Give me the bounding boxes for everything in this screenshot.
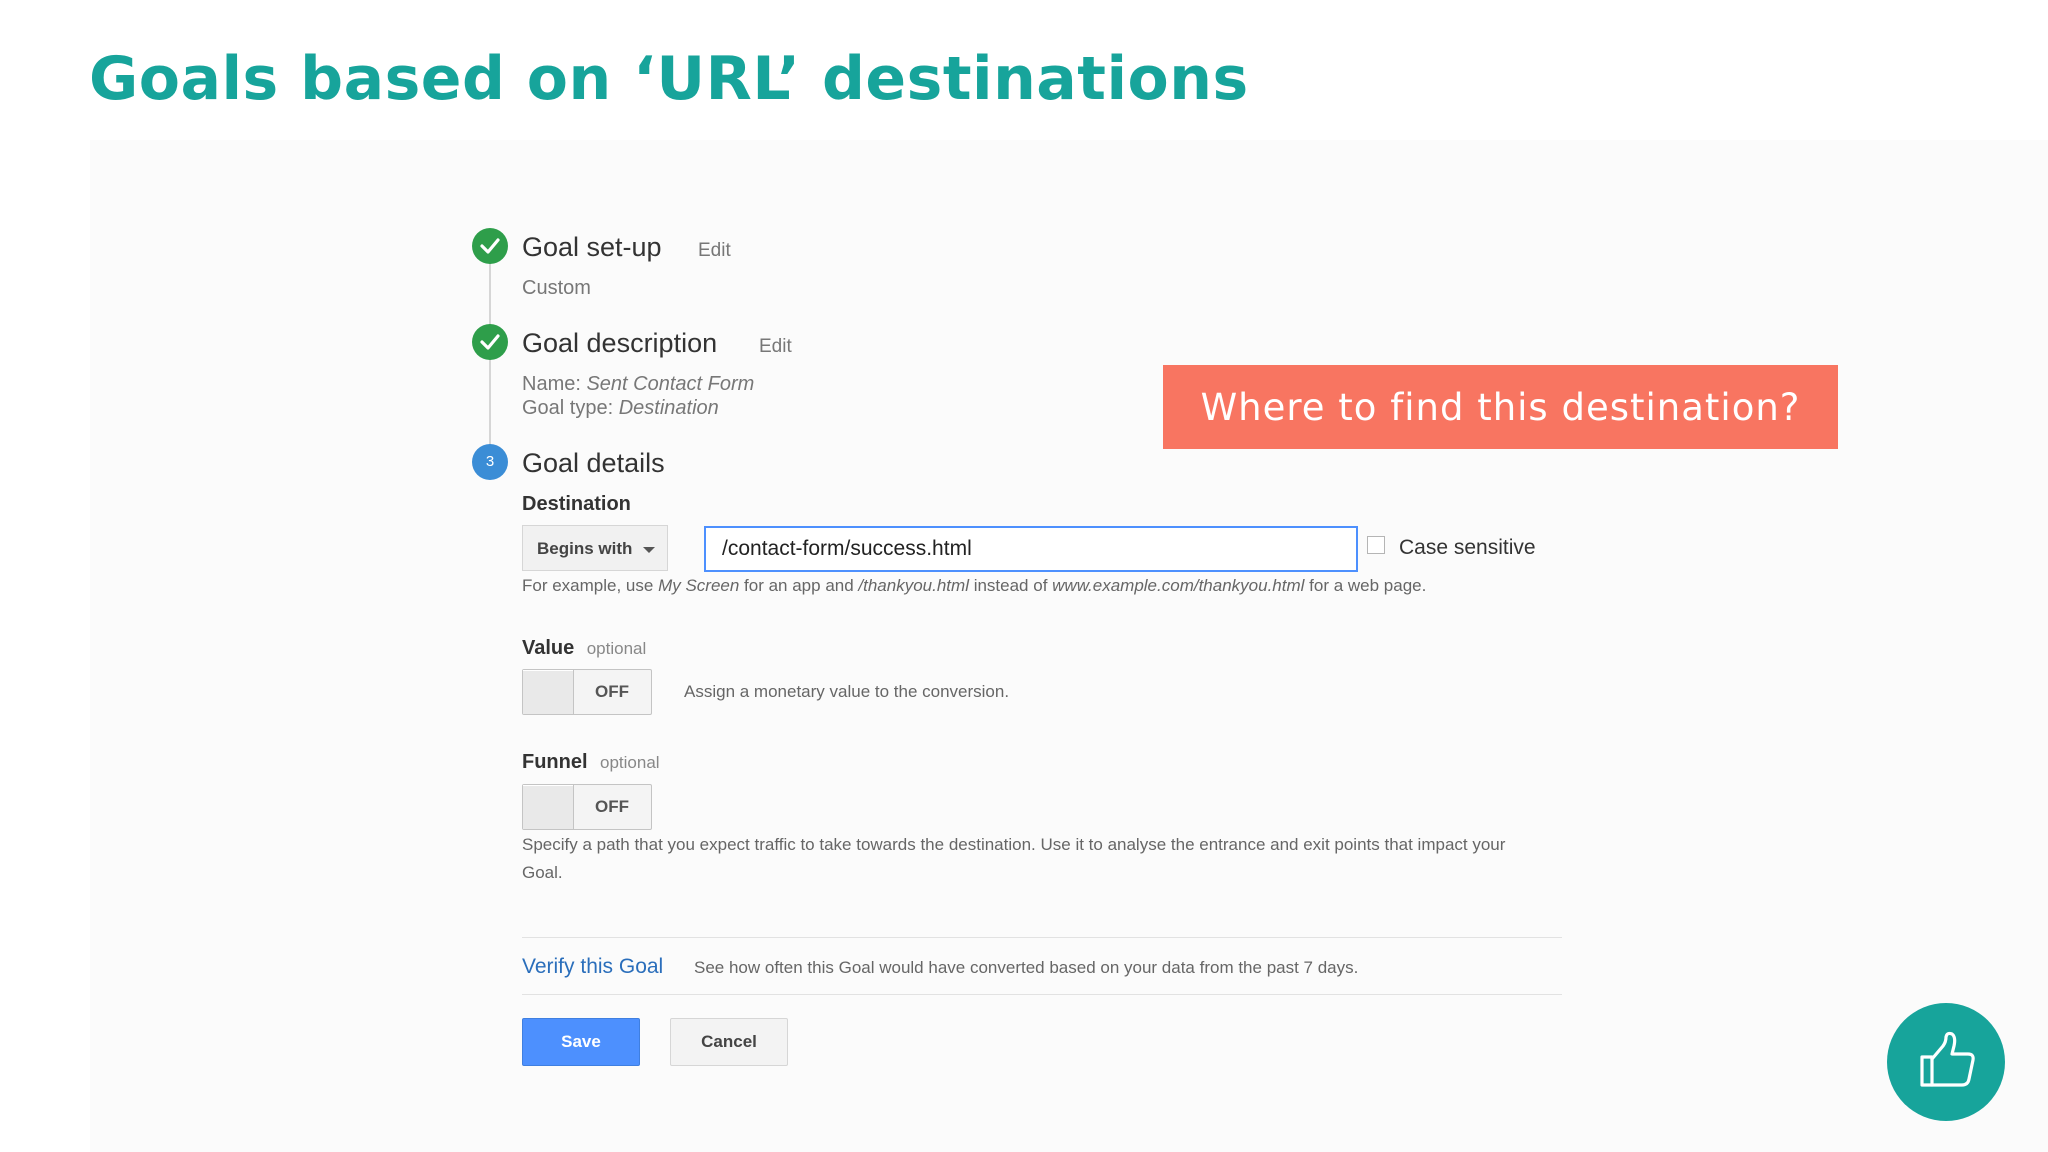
- match-type-dropdown[interactable]: Begins with: [522, 525, 668, 571]
- callout-text: Where to find this destination?: [1200, 386, 1801, 429]
- toggle-knob: [523, 670, 574, 714]
- hint-example: My Screen: [658, 576, 740, 595]
- value-optional-tag: optional: [586, 639, 647, 658]
- value-toggle-state: OFF: [595, 682, 629, 701]
- hint-text: for an app and: [739, 576, 859, 595]
- verify-description: See how often this Goal would have conve…: [694, 958, 1359, 977]
- step-title-goal-details: Goal details: [522, 448, 665, 478]
- thumbs-up-icon: [1920, 1031, 1975, 1087]
- funnel-toggle[interactable]: OFF: [522, 784, 652, 830]
- goal-name-line: Name: Sent Contact Form: [522, 373, 754, 396]
- caret-down-icon: [643, 547, 655, 553]
- divider: [522, 994, 1562, 995]
- value-description: Assign a monetary value to the conversio…: [684, 682, 1010, 701]
- hint-example: /thankyou.html: [858, 576, 969, 595]
- goal-name-value: Sent Contact Form: [586, 373, 755, 395]
- thumbs-up-button[interactable]: [1887, 1003, 2005, 1121]
- case-sensitive-label: Case sensitive: [1399, 536, 1536, 559]
- save-button[interactable]: Save: [522, 1018, 640, 1066]
- goal-type-value: Destination: [618, 397, 719, 419]
- check-icon: [472, 228, 508, 264]
- goal-name-label: Name:: [522, 373, 581, 395]
- destination-input[interactable]: [704, 526, 1358, 572]
- match-type-value: Begins with: [537, 539, 633, 558]
- funnel-optional-tag: optional: [600, 753, 660, 772]
- funnel-description-line1: Specify a path that you expect traffic t…: [522, 835, 1506, 854]
- verify-goal-link[interactable]: Verify this Goal: [522, 955, 663, 979]
- goal-setup-type: Custom: [522, 277, 591, 299]
- edit-goal-description-link[interactable]: Edit: [759, 336, 792, 358]
- goal-type-line: Goal type: Destination: [522, 397, 719, 420]
- value-toggle[interactable]: OFF: [522, 669, 652, 715]
- check-icon: [472, 324, 508, 360]
- destination-label: Destination: [522, 493, 631, 515]
- case-sensitive-checkbox[interactable]: [1367, 536, 1385, 554]
- value-label: Value: [522, 637, 575, 659]
- value-heading: Value optional: [522, 637, 646, 660]
- edit-goal-setup-link[interactable]: Edit: [698, 240, 731, 262]
- funnel-description-line2: Goal.: [522, 863, 563, 882]
- destination-hint: For example, use My Screen for an app an…: [522, 576, 1426, 596]
- funnel-toggle-state: OFF: [595, 797, 629, 816]
- callout-box: Where to find this destination?: [1163, 365, 1838, 449]
- step-number-badge: 3: [472, 444, 508, 480]
- slide-title: Goals based on ‘URL’ destinations: [89, 44, 1249, 114]
- divider: [522, 937, 1562, 938]
- hint-text: for a web page.: [1304, 576, 1427, 595]
- hint-text: instead of: [968, 576, 1053, 595]
- funnel-heading: Funnel optional: [522, 751, 660, 774]
- toggle-knob: [523, 785, 574, 829]
- step-title-goal-setup: Goal set-up: [522, 232, 662, 262]
- funnel-label: Funnel: [522, 751, 588, 773]
- goal-type-label: Goal type:: [522, 397, 614, 419]
- hint-example: www.example.com/thankyou.html: [1052, 576, 1305, 595]
- cancel-button[interactable]: Cancel: [670, 1018, 788, 1066]
- hint-text: For example, use: [522, 576, 659, 595]
- screenshot-panel: [90, 140, 2048, 1152]
- step-title-goal-description: Goal description: [522, 328, 718, 358]
